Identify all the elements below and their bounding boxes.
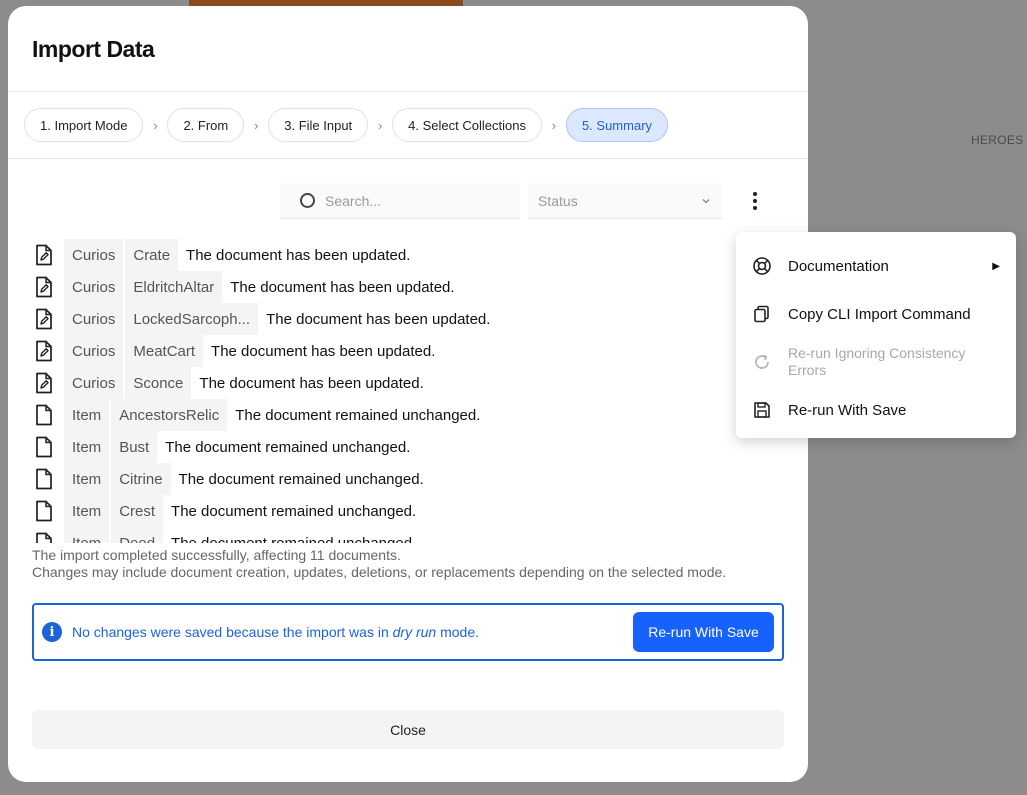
collection-tag: Item	[64, 495, 110, 527]
list-item: Item Deed The document remained unchanged.	[32, 527, 772, 543]
menu-item-label: Copy CLI Import Command	[788, 305, 971, 323]
step-from[interactable]: 2. From	[167, 108, 245, 142]
menu-item-copy-cli[interactable]: Copy CLI Import Command	[736, 290, 1016, 338]
collection-tag: Curios	[64, 239, 124, 271]
menu-item-rerun-with-save[interactable]: Re-run With Save	[736, 386, 1016, 434]
chevron-right-icon: ›	[551, 117, 557, 133]
edit-document-icon	[32, 339, 56, 363]
more-options-menu: Documentation ▶ Copy CLI Import Command …	[736, 232, 1016, 438]
results-list: Curios Crate The document has been updated…	[32, 239, 772, 543]
document-icon	[32, 467, 56, 491]
document-name-tag: Crest	[111, 495, 164, 527]
document-name-tag: Crate	[125, 239, 179, 271]
row-message: The document remained unchanged.	[171, 534, 417, 544]
dialog-title: Import Data	[32, 36, 155, 62]
menu-item-label: Re-run Ignoring Consistency Errors	[788, 345, 966, 378]
chevron-right-icon: ›	[254, 117, 259, 133]
stepper: 1. Import Mode › 2. From › 3. File Input…	[8, 92, 808, 159]
menu-item-label: Documentation	[788, 257, 889, 275]
row-message: The document has been updated.	[186, 246, 411, 264]
step-import-mode[interactable]: 1. Import Mode	[24, 108, 144, 142]
list-item: Curios Sconce The document has been update…	[32, 367, 772, 399]
collection-tag: Curios	[64, 271, 124, 303]
search-icon	[300, 193, 315, 208]
dialog-header: Import Data	[8, 6, 808, 92]
import-data-dialog: Import Data 1. Import Mode › 2. From › 3…	[8, 6, 808, 782]
document-name-tag: LockedSarcoph...	[125, 303, 259, 335]
document-icon	[32, 531, 56, 543]
notice-text: No changes were saved because the import…	[72, 624, 480, 640]
collection-tag: Item	[64, 463, 110, 495]
menu-item-label: Re-run With Save	[788, 401, 907, 419]
document-icon	[32, 435, 56, 459]
collection-tag: Curios	[64, 303, 124, 335]
list-item: Curios LockedSarcoph... The document has b…	[32, 303, 772, 335]
row-message: The document remained unchanged.	[178, 470, 424, 488]
summary-line-1: The import completed successfully, affec…	[32, 547, 401, 563]
row-message: The document has been updated.	[266, 310, 491, 328]
edit-document-icon	[32, 243, 56, 267]
close-button[interactable]: Close	[32, 710, 784, 749]
step-select-collections[interactable]: 4. Select Collections	[392, 108, 542, 142]
heroes-label: HEROES	[971, 133, 1024, 147]
import-summary: The import completed successfully, affec…	[32, 547, 726, 581]
submenu-arrow-icon: ▶	[992, 260, 1000, 272]
edit-document-icon	[32, 275, 56, 299]
row-message: The document remained unchanged.	[235, 406, 481, 424]
refresh-icon	[752, 352, 772, 372]
collection-tag: Item	[64, 431, 110, 463]
menu-item-rerun-ignoring: Re-run Ignoring Consistency Errors	[736, 338, 1016, 386]
list-item: Item Crest The document remained unchanged…	[32, 495, 772, 527]
row-message: The document remained unchanged.	[171, 502, 417, 520]
row-message: The document has been updated.	[199, 374, 424, 392]
document-name-tag: Bust	[111, 431, 158, 463]
collection-tag: Curios	[64, 335, 124, 367]
row-message: The document remained unchanged.	[165, 438, 411, 456]
document-icon	[32, 499, 56, 523]
row-message: The document has been updated.	[211, 342, 436, 360]
edit-document-icon	[32, 371, 56, 395]
results-toolbar: Search... Status	[280, 183, 763, 219]
list-item: Item AncestorsRelic The document remained …	[32, 399, 772, 431]
document-name-tag: AncestorsRelic	[111, 399, 228, 431]
row-message: The document has been updated.	[230, 278, 455, 296]
chevron-right-icon: ›	[153, 117, 158, 133]
list-item: Curios Crate The document has been updated…	[32, 239, 772, 271]
document-name-tag: Sconce	[125, 367, 192, 399]
search-placeholder: Search...	[325, 192, 382, 209]
save-icon	[752, 400, 772, 420]
copy-icon	[752, 304, 772, 324]
document-name-tag: MeatCart	[125, 335, 204, 367]
lifebuoy-icon	[752, 256, 772, 276]
document-icon	[32, 403, 56, 427]
info-icon: i	[42, 622, 62, 642]
document-name-tag: Deed	[111, 527, 164, 543]
chevron-down-icon	[702, 198, 710, 203]
menu-item-documentation[interactable]: Documentation ▶	[736, 242, 1016, 290]
edit-document-icon	[32, 307, 56, 331]
dry-run-notice: i No changes were saved because the impo…	[32, 603, 784, 661]
collection-tag: Curios	[64, 367, 124, 399]
search-input[interactable]: Search...	[280, 183, 520, 219]
collection-tag: Item	[64, 399, 110, 431]
document-name-tag: Citrine	[111, 463, 171, 495]
status-placeholder: Status	[538, 192, 578, 209]
rerun-with-save-button[interactable]: Re-run With Save	[633, 612, 774, 652]
step-file-input[interactable]: 3. File Input	[268, 108, 369, 142]
step-summary[interactable]: 5. Summary	[565, 108, 669, 142]
summary-line-2: Changes may include document creation, u…	[32, 564, 727, 580]
list-item: Curios EldritchAltar The document has been…	[32, 271, 772, 303]
status-select[interactable]: Status	[528, 183, 722, 219]
more-options-icon[interactable]	[747, 189, 763, 213]
document-name-tag: EldritchAltar	[125, 271, 223, 303]
collection-tag: Item	[64, 527, 110, 543]
list-item: Curios MeatCart The document has been upda…	[32, 335, 772, 367]
list-item: Item Citrine The document remained unchang…	[32, 463, 772, 495]
list-item: Item Bust The document remained unchanged.	[32, 431, 772, 463]
chevron-right-icon: ›	[378, 117, 383, 133]
